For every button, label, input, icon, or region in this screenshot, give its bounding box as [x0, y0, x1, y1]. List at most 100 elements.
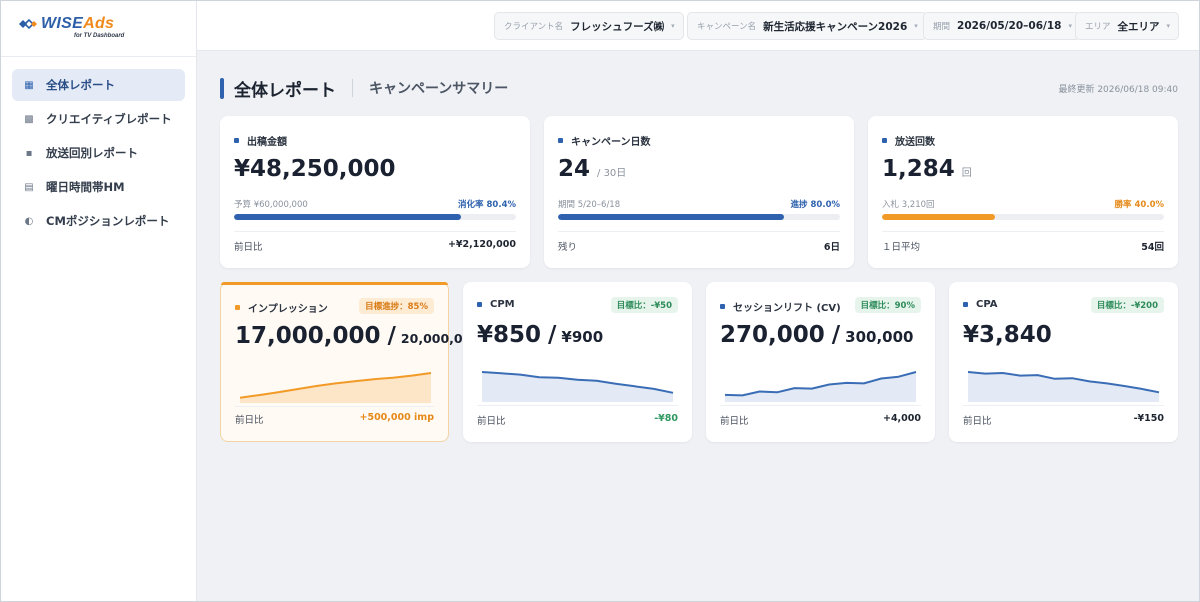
kpi-footer-value: +500,000 imp — [359, 412, 435, 423]
kpi-label-text: CPA — [976, 299, 998, 310]
client-filter-value: フレッシュフーズ㈱ — [570, 20, 665, 33]
kpi-value-number: 24 — [558, 156, 591, 182]
kpi-footer: 前日比 +500,000 imp — [235, 412, 434, 426]
sidebar-item-label: 曜日時間帯HM — [46, 180, 125, 194]
value-separator: / — [548, 322, 557, 348]
kpi-dot-icon — [963, 302, 968, 307]
kpi-label: 出稿金額 — [234, 133, 287, 148]
filter-bar: クライアント名 フレッシュフーズ㈱ ▾ キャンペーン名 新生活応援キャンペーン2… — [197, 1, 1199, 51]
area-filter-value: 全エリア — [1117, 20, 1160, 33]
kpi-meta: 期間 5/20–6/18 進捗 80.0% — [558, 198, 840, 210]
header-divider — [352, 79, 353, 97]
campaign-filter-value: 新生活応援キャンペーン2026 — [763, 20, 908, 33]
sidebar-item-5[interactable]: ◐ CMポジションレポート — [12, 205, 185, 237]
progress-bar-fill — [234, 214, 461, 220]
kpi-label: セッションリフト (CV) — [720, 299, 841, 314]
kpi-value-number: 270,000 — [720, 322, 825, 348]
kpi-value: 1,284 回 — [882, 156, 972, 182]
kpi-footer-label: 前日比 — [234, 242, 263, 253]
kpi-footer-value: +4,000 — [882, 413, 921, 424]
card-divider — [963, 405, 1164, 406]
sidebar-item-2[interactable]: ▩ クリエイティブレポート — [12, 103, 185, 135]
kpi-footer-label: １日平均 — [882, 242, 921, 253]
target-badge: 目標進捗：85% — [359, 298, 434, 314]
kpi-label: CPM — [477, 299, 515, 310]
sidebar-nav: ▦ 全体レポート ▩ クリエイティブレポート ▪ 放送回別レポート ▤ 曜日時間帯HM ◐ CMポ… — [1, 57, 196, 237]
spend-card: 出稿金額 ¥48,250,000 予算 ¥60,000,000 消化率 80.4% 前日… — [220, 116, 530, 268]
kpi-footer-value: 54回 — [1141, 242, 1164, 253]
kpi-value-number: ¥48,250,000 — [234, 156, 396, 182]
kpi-meta-right: 勝率 40.0% — [1114, 200, 1164, 210]
position-half-circle-icon: ◐ — [24, 215, 34, 227]
card-divider — [235, 406, 434, 407]
campaign-days-card: キャンペーン日数 24 / 30日期間 5/20–6/18 進捗 80.0% 残り 6日 — [544, 116, 854, 268]
kpi-label: 放送回数 — [882, 133, 935, 148]
kpi-meta-left: 期間 5/20–6/18 — [558, 200, 621, 210]
campaign-filter[interactable]: キャンペーン名 新生活応援キャンペーン2026 ▾ — [687, 12, 927, 40]
kpi-value: 24 / 30日 — [558, 156, 626, 182]
sparkline-chart — [239, 372, 432, 403]
kpi-dot-icon — [720, 304, 725, 309]
title-accent-bar — [220, 77, 224, 99]
area-filter-label: エリア — [1085, 22, 1111, 32]
value-separator: / — [387, 323, 396, 349]
client-filter[interactable]: クライアント名 フレッシュフーズ㈱ ▾ — [494, 12, 684, 40]
period-filter[interactable]: 期間 2026/05/20–06/18 ▾ — [923, 12, 1081, 40]
sidebar-item-1[interactable]: ▦ 全体レポート — [12, 69, 185, 101]
last-updated: 最終更新 2026/06/18 09:40 — [1058, 85, 1178, 95]
chevron-down-icon: ▾ — [1166, 22, 1171, 30]
chevron-down-icon: ▾ — [914, 22, 918, 30]
sidebar-item-label: クリエイティブレポート — [46, 112, 172, 126]
progress-bar — [234, 214, 516, 220]
impression-card: インプレッション 目標進捗：85% 17,000,000/20,000,000 前日比… — [220, 282, 480, 442]
kpi-value-number: 1,284 — [882, 156, 955, 182]
brand-tagline: for TV Dashboard — [74, 33, 125, 39]
app-window: WISEAds for TV Dashboard ▦ 全体レポート ▩ クリエイティブ… — [0, 0, 1200, 602]
kpi-footer: 前日比 +4,000 — [720, 413, 921, 427]
kpi-footer: 残り 6日 — [558, 239, 840, 253]
kpi-meta-right: 進捗 80.0% — [790, 200, 840, 210]
kpi-value-number: ¥850 — [477, 322, 542, 348]
broadcast-square-icon: ▪ — [25, 147, 33, 159]
kpi-label-text: インプレッション — [248, 304, 328, 315]
period-filter-label: 期間 — [933, 22, 951, 32]
client-filter-label: クライアント名 — [504, 22, 564, 32]
kpi-value-unit: 回 — [961, 168, 972, 179]
brand-logo[interactable]: WISEAds for TV Dashboard — [1, 1, 196, 57]
cpa-card: CPA 目標比：-¥200 ¥3,840 前日比 -¥150 — [949, 282, 1178, 442]
sidebar: WISEAds for TV Dashboard ▦ 全体レポート ▩ クリエイティブ… — [1, 1, 197, 601]
report-grid-icon: ▦ — [24, 79, 34, 91]
kpi-dot-icon — [234, 138, 239, 143]
kpi-label-text: キャンペーン日数 — [571, 137, 651, 148]
sparkline-chart — [724, 371, 917, 402]
kpi-footer-label: 前日比 — [477, 416, 506, 427]
card-divider — [882, 231, 1164, 232]
kpi-label-text: CPM — [490, 299, 515, 310]
kpi-footer: １日平均 54回 — [882, 239, 1164, 253]
area-filter[interactable]: エリア 全エリア ▾ — [1075, 12, 1180, 40]
brand-name: WISEAds — [41, 15, 115, 32]
kpi-value-number: ¥3,840 — [963, 322, 1052, 348]
kpi-value-number: 17,000,000 — [235, 323, 381, 349]
kpi-value: ¥48,250,000 — [234, 156, 396, 182]
kpi-footer-label: 前日比 — [963, 416, 992, 427]
progress-bar — [882, 214, 1164, 220]
session-lift-card: セッションリフト (CV) 目標比：90% 270,000/300,000 前日比 +4… — [706, 282, 935, 442]
kpi-value: ¥3,840 — [963, 322, 1052, 348]
chevron-down-icon: ▾ — [1068, 22, 1072, 30]
kpi-meta-left: 入札 3,210回 — [882, 200, 935, 210]
kpi-label: キャンペーン日数 — [558, 133, 651, 148]
kpi-footer-value: -¥150 — [1133, 413, 1164, 424]
kpi-footer-label: 前日比 — [720, 416, 749, 427]
sidebar-item-4[interactable]: ▤ 曜日時間帯HM — [12, 171, 185, 203]
cpm-card: CPM 目標比：-¥50 ¥850/¥900 前日比 -¥80 — [463, 282, 692, 442]
page-header: 全体レポート キャンペーンサマリー — [220, 77, 508, 101]
page-title: 全体レポート — [234, 80, 336, 101]
sidebar-item-3[interactable]: ▪ 放送回別レポート — [12, 137, 185, 169]
kpi-footer-label: 残り — [558, 242, 578, 253]
kpi-footer: 前日比 -¥80 — [477, 413, 678, 427]
kpi-dot-icon — [477, 302, 482, 307]
heatmap-list-icon: ▤ — [24, 181, 34, 193]
value-separator: / — [831, 322, 841, 348]
kpi-meta: 予算 ¥60,000,000 消化率 80.4% — [234, 198, 516, 210]
